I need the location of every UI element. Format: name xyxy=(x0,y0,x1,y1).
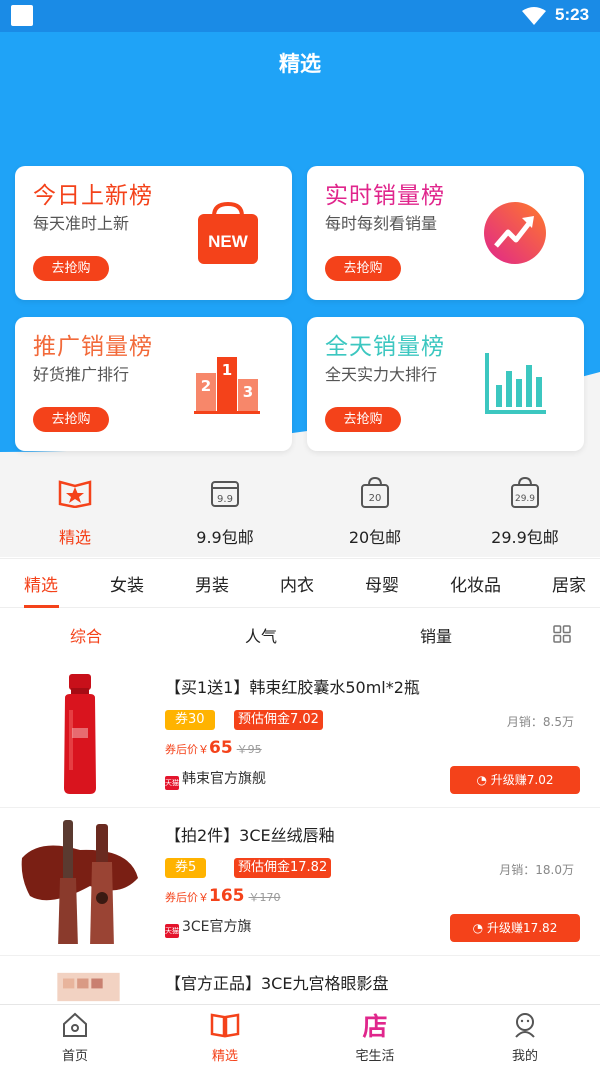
bag-20-icon: 20 xyxy=(361,476,389,508)
tab-women[interactable]: 女装 xyxy=(110,571,144,596)
svg-text:1: 1 xyxy=(222,361,232,379)
tab-cosmetics[interactable]: 化妆品 xyxy=(450,571,501,596)
svg-text:3: 3 xyxy=(243,383,253,401)
product-card[interactable]: 【买1送1】韩束红胶囊水50ml*2瓶 券30 预估佣金7.02 月销：8.5万… xyxy=(0,660,600,808)
tab-home[interactable]: 居家 xyxy=(552,571,586,596)
trend-up-icon xyxy=(484,202,546,264)
bag-29-9-icon: 29.9 xyxy=(511,476,539,508)
bottom-nav: 首页 精选 店 宅生活 我的 xyxy=(0,1004,600,1067)
monthly-sales: 月销：18.0万 xyxy=(499,863,574,877)
price: 券后价￥165 ￥170 xyxy=(165,886,281,906)
tab-underwear[interactable]: 内衣 xyxy=(280,571,314,596)
page-title: 精选 xyxy=(279,52,321,76)
product-image xyxy=(21,820,138,944)
category-tabs: 精选 女装 男装 内衣 母婴 化妆品 居家 xyxy=(0,558,600,608)
nav-label: 我的 xyxy=(511,1049,538,1064)
wifi-icon xyxy=(522,7,546,25)
rank-card-subtitle: 好货推广排行 xyxy=(33,365,130,384)
bar-chart-icon xyxy=(485,353,546,414)
product-title: 【买1送1】韩束红胶囊水50ml*2瓶 xyxy=(165,678,420,697)
sort-sales[interactable]: 销量 xyxy=(420,623,452,647)
upgrade-earn-button[interactable]: ◔ 升级赚17.82 xyxy=(450,914,580,942)
user-icon xyxy=(515,1013,535,1038)
product-card[interactable]: 【拍2件】3CE丝绒唇釉 券5 预估佣金17.82 月销：18.0万 券后价￥1… xyxy=(0,808,600,956)
tab-men[interactable]: 男装 xyxy=(195,571,229,596)
coupon-badge: 券5 xyxy=(165,858,207,878)
nav-mine[interactable]: 我的 xyxy=(450,1011,600,1064)
nav-home[interactable]: 首页 xyxy=(0,1011,150,1064)
commission-badge: 预估佣金7.02 xyxy=(234,710,323,730)
upgrade-earn-button[interactable]: ◔ 升级赚7.02 xyxy=(450,766,580,794)
rank-card-subtitle: 每时每刻看销量 xyxy=(325,214,438,233)
nav-label: 精选 xyxy=(211,1049,238,1064)
status-bar: 5:23 xyxy=(0,0,600,32)
buy-now-button[interactable]: 去抢购 xyxy=(325,256,401,281)
rank-card-title: 实时销量榜 xyxy=(325,183,445,209)
nav-label: 宅生活 xyxy=(355,1049,395,1064)
product-image xyxy=(57,972,120,1002)
rank-card-subtitle: 全天实力大排行 xyxy=(325,365,438,384)
tab-featured[interactable]: 精选 xyxy=(24,571,58,596)
price: 券后价￥65 ￥95 xyxy=(165,738,262,758)
category-featured[interactable]: 精选 xyxy=(0,468,150,548)
product-image xyxy=(64,674,96,794)
notification-icon xyxy=(11,5,33,26)
nav-featured[interactable]: 精选 xyxy=(150,1011,300,1064)
rank-card-title: 推广销量榜 xyxy=(33,334,153,360)
tab-baby[interactable]: 母婴 xyxy=(365,571,399,596)
category-9-9[interactable]: 9.9 9.9包邮 xyxy=(150,468,300,548)
product-card[interactable]: 【官方正品】3CE九宫格眼影盘 xyxy=(0,956,600,1004)
tab-indicator xyxy=(24,605,59,608)
tmall-badge-icon: 天猫 xyxy=(165,776,179,790)
category-row: 精选 9.9 9.9包邮 20 20包邮 29.9 29.9包邮 xyxy=(0,468,600,558)
svg-text:2: 2 xyxy=(201,377,211,395)
category-29-9[interactable]: 29.9 29.9包邮 xyxy=(450,468,600,548)
svg-text:20: 20 xyxy=(369,493,382,504)
svg-text:店: 店 xyxy=(362,1012,387,1039)
sort-popularity[interactable]: 人气 xyxy=(245,623,277,647)
svg-text:29.9: 29.9 xyxy=(515,494,535,504)
clock: 5:23 xyxy=(555,5,590,24)
shop-name: 天猫 韩束官方旗舰 xyxy=(165,768,266,790)
product-title: 【官方正品】3CE九宫格眼影盘 xyxy=(165,974,389,993)
new-bag-icon: NEW xyxy=(198,202,258,264)
category-label: 29.9包邮 xyxy=(491,528,559,547)
grid-view-icon[interactable] xyxy=(553,625,571,643)
rank-card-allday[interactable]: 全天销量榜 全天实力大排行 去抢购 xyxy=(307,317,584,451)
sort-overall[interactable]: 综合 xyxy=(70,623,102,647)
calendar-9-9-icon: 9.9 xyxy=(211,481,239,507)
rank-card-title: 今日上新榜 xyxy=(33,183,153,209)
rank-card-title: 全天销量榜 xyxy=(325,334,445,360)
svg-text:NEW: NEW xyxy=(208,232,249,251)
book-icon xyxy=(210,1013,240,1038)
monthly-sales: 月销：8.5万 xyxy=(506,715,574,729)
coupon-badge: 券30 xyxy=(165,710,215,730)
category-label: 精选 xyxy=(58,528,91,547)
rank-card-realtime[interactable]: 实时销量榜 每时每刻看销量 去抢购 xyxy=(307,166,584,300)
star-book-icon xyxy=(58,480,92,508)
category-label: 20包邮 xyxy=(348,528,402,547)
rank-card-subtitle: 每天准时上新 xyxy=(33,214,130,233)
svg-text:9.9: 9.9 xyxy=(217,494,233,505)
sort-bar: 综合 人气 销量 xyxy=(0,609,600,657)
shop-icon: 店 xyxy=(362,1012,387,1041)
nav-label: 首页 xyxy=(61,1049,88,1064)
podium-icon: 2 1 3 xyxy=(194,357,260,414)
shop-name: 天猫 3CE官方旗 xyxy=(165,916,252,938)
category-label: 9.9包邮 xyxy=(196,528,254,547)
rank-card-new[interactable]: 今日上新榜 每天准时上新 去抢购 NEW xyxy=(15,166,292,300)
category-20[interactable]: 20 20包邮 xyxy=(300,468,450,548)
tmall-badge-icon: 天猫 xyxy=(165,924,179,938)
buy-now-button[interactable]: 去抢购 xyxy=(33,407,109,432)
commission-badge: 预估佣金17.82 xyxy=(234,858,332,878)
buy-now-button[interactable]: 去抢购 xyxy=(325,407,401,432)
product-title: 【拍2件】3CE丝绒唇釉 xyxy=(165,826,335,845)
home-icon xyxy=(63,1012,87,1037)
rank-card-promo[interactable]: 推广销量榜 好货推广排行 去抢购 2 1 3 xyxy=(15,317,292,451)
buy-now-button[interactable]: 去抢购 xyxy=(33,256,109,281)
nav-home-life[interactable]: 店 宅生活 xyxy=(300,1011,450,1064)
